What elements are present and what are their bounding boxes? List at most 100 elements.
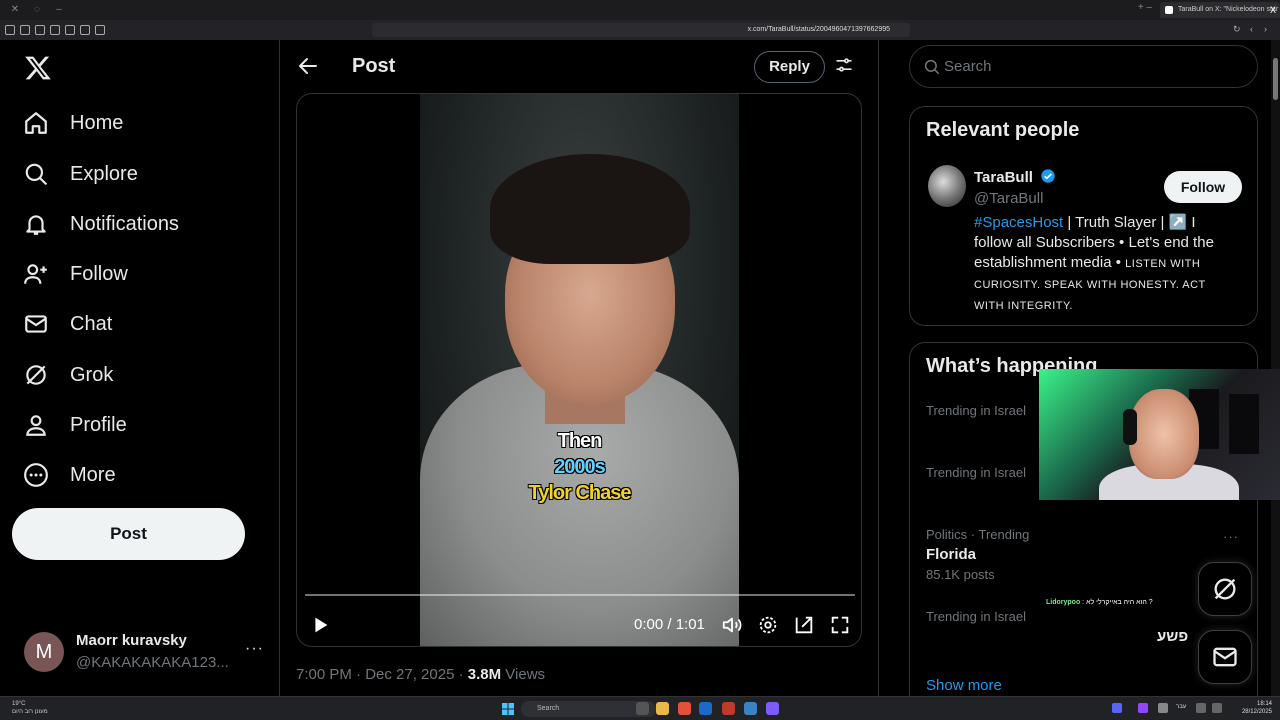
reply-button[interactable]: Reply <box>754 51 825 83</box>
nav-item-grok[interactable]: Grok <box>22 355 113 395</box>
more-circle-icon <box>22 461 50 489</box>
language-indicator[interactable]: עבר <box>1176 704 1190 712</box>
image-icon[interactable] <box>80 25 90 35</box>
trend-item[interactable]: Politics · Trending Florida 85.1K posts <box>926 527 1029 582</box>
steam-icon[interactable] <box>699 702 712 715</box>
scrollbar-thumb[interactable] <box>1273 58 1278 100</box>
x-favicon-icon <box>1165 6 1173 14</box>
more-dots-icon[interactable]: ··· <box>1223 529 1239 544</box>
show-more-link[interactable]: Show more <box>926 677 1002 694</box>
messages-floating-button[interactable] <box>1198 630 1252 684</box>
left-nav: Home Explore Notifications Follow Chat G… <box>0 40 280 696</box>
sliders-icon[interactable] <box>834 55 854 75</box>
trend-context: Politics · Trending <box>926 527 1030 542</box>
search-input[interactable]: Search <box>909 45 1258 88</box>
user-handle[interactable]: @TaraBull <box>974 190 1043 207</box>
person-icon <box>22 411 50 439</box>
extension-icon[interactable] <box>35 25 45 35</box>
browser-tab[interactable]: TaraBull on X: "Nickelodeon star X <box>1160 2 1280 18</box>
trend-context: Trending in Israel <box>926 465 1026 480</box>
account-switcher[interactable]: M Maorr kuravsky @KAKAKAKAKA123... ··· <box>24 630 264 674</box>
nav-item-explore[interactable]: Explore <box>22 154 138 194</box>
video-progress-bar[interactable] <box>305 594 855 596</box>
post-header: Post Reply <box>280 40 879 93</box>
avatar[interactable] <box>928 165 966 207</box>
trend-item[interactable]: Trending in Israel <box>926 465 1026 480</box>
x-logo-icon[interactable] <box>24 54 52 82</box>
clock-date: 28/12/2025 <box>1241 709 1272 715</box>
os-taskbar: 19°C מעונן רוב היום Search עבר 18:14 28/… <box>0 696 1280 720</box>
tabs-icon[interactable] <box>50 25 60 35</box>
nav-item-home[interactable]: Home <box>22 103 123 143</box>
user-name[interactable]: TaraBull <box>974 168 1056 186</box>
browser-toolbar: x.com/TaraBull/status/200496047139766299… <box>0 20 1280 40</box>
tray-app-icon[interactable] <box>1112 703 1122 713</box>
hashtag-link[interactable]: #SpacesHost <box>974 214 1063 231</box>
page-title: Post <box>352 55 396 77</box>
app-icon[interactable] <box>722 702 735 715</box>
post-timestamp[interactable]: 7:00 PM · Dec 27, 2025 · <box>296 666 468 683</box>
nav-item-follow[interactable]: Follow <box>22 254 128 294</box>
music-icon[interactable] <box>65 25 75 35</box>
search-icon <box>924 59 940 75</box>
tray-app-icon[interactable] <box>1138 703 1148 713</box>
play-icon[interactable] <box>309 614 331 636</box>
weather-widget[interactable]: 19°C מעונן רוב היום <box>12 700 48 716</box>
nav-item-chat[interactable]: Chat <box>22 304 112 344</box>
file-explorer-icon[interactable] <box>656 702 669 715</box>
task-view-icon[interactable] <box>636 702 649 715</box>
app-icon[interactable] <box>744 702 757 715</box>
webcam-overlay <box>1039 369 1280 500</box>
taskbar-clock[interactable]: 18:14 28/12/2025 <box>1242 700 1272 716</box>
new-tab-icon[interactable]: + – <box>1138 2 1152 13</box>
brave-browser-icon[interactable] <box>678 702 691 715</box>
nav-label: Explore <box>70 162 138 185</box>
post-button[interactable]: Post <box>12 508 245 560</box>
fullscreen-icon[interactable] <box>829 614 851 636</box>
close-tab-icon[interactable]: X <box>1270 2 1276 18</box>
tray-app-icon[interactable] <box>1158 703 1168 713</box>
follow-button[interactable]: Follow <box>1164 171 1242 203</box>
capture-icon[interactable] <box>95 25 105 35</box>
verified-badge-icon <box>1041 169 1055 183</box>
view-count: 3.8M <box>467 666 502 683</box>
settings-gear-icon[interactable] <box>757 614 779 636</box>
speaker-icon[interactable] <box>1212 703 1222 713</box>
close-window-icon[interactable]: ✕ <box>8 3 22 17</box>
trend-item[interactable]: Trending in Israel <box>926 403 1026 418</box>
mail-icon <box>1213 647 1237 667</box>
page-scrollbar[interactable] <box>1271 40 1280 696</box>
home-icon <box>22 109 50 137</box>
account-handle: @KAKAKAKAKA123... <box>76 654 229 671</box>
video-player[interactable]: Then 2000s Tylor Chase 0:00 / 1:01 <box>296 93 862 647</box>
more-dots-icon[interactable]: ··· <box>245 640 264 658</box>
back-nav-icon[interactable]: ‹ <box>1250 24 1253 34</box>
shield-icon[interactable] <box>20 25 30 35</box>
back-arrow-icon[interactable] <box>296 54 320 78</box>
volume-icon[interactable] <box>721 614 743 636</box>
nav-label: Follow <box>70 262 128 285</box>
discord-icon[interactable] <box>766 702 779 715</box>
chat-username: Lidorypoo <box>1046 599 1081 606</box>
forward-nav-icon[interactable]: › <box>1264 24 1267 34</box>
relevant-people-card: Relevant people TaraBull @TaraBull Follo… <box>909 106 1258 326</box>
picture-in-picture-icon[interactable] <box>793 614 815 636</box>
grok-icon <box>22 361 50 389</box>
sidebar-icon[interactable] <box>5 25 15 35</box>
address-bar[interactable]: x.com/TaraBull/status/200496047139766299… <box>372 23 910 37</box>
grok-floating-button[interactable] <box>1198 562 1252 616</box>
video-frame: Then 2000s Tylor Chase <box>420 94 739 646</box>
windows-start-icon[interactable] <box>502 703 514 715</box>
reload-icon[interactable]: ↻ <box>1233 24 1241 35</box>
user-name-text: TaraBull <box>974 169 1033 186</box>
nav-item-notifications[interactable]: Notifications <box>22 204 179 244</box>
nav-item-more[interactable]: More <box>22 455 116 495</box>
wifi-icon[interactable] <box>1196 703 1206 713</box>
reload-window-icon[interactable]: ◌ <box>30 3 44 17</box>
minimize-window-icon[interactable]: – <box>52 3 66 17</box>
nav-item-profile[interactable]: Profile <box>22 405 127 445</box>
trend-context: Trending in Israel <box>926 403 1026 418</box>
trend-item[interactable]: Trending in Israel <box>926 609 1026 624</box>
video-subject-hair <box>490 154 690 264</box>
person-add-icon <box>22 260 50 288</box>
